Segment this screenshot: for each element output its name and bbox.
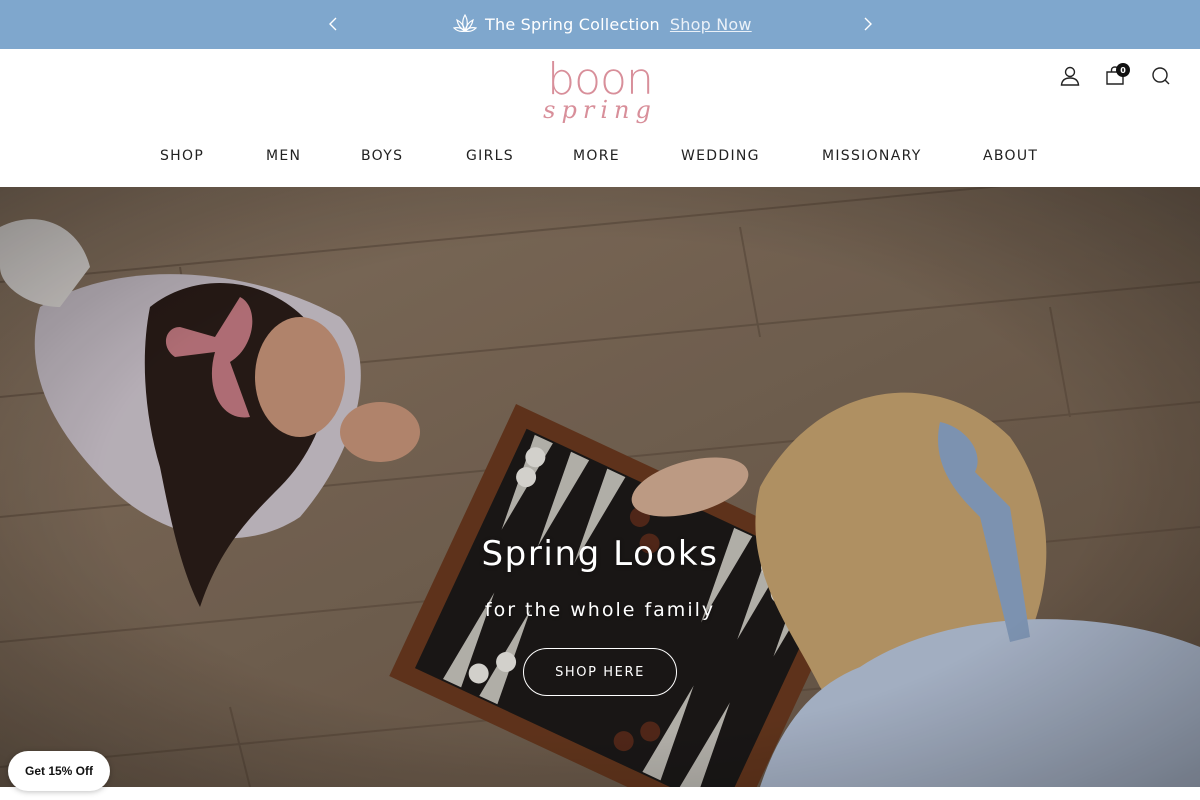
- discount-popup-button[interactable]: Get 15% Off: [8, 751, 110, 791]
- nav-item-shop[interactable]: SHOP: [160, 148, 204, 164]
- announcement-next-button[interactable]: [858, 14, 878, 34]
- announcement-bar: The Spring Collection Shop Now: [0, 0, 1200, 49]
- chevron-left-icon: [329, 17, 337, 31]
- nav-item-about[interactable]: ABOUT: [983, 148, 1038, 164]
- announcement-content: The Spring Collection Shop Now: [453, 12, 752, 36]
- hero-subtitle: for the whole family: [484, 599, 716, 621]
- cart-count-badge: 0: [1116, 63, 1130, 77]
- chevron-right-icon: [864, 17, 872, 31]
- page-bottom-edge: [0, 787, 1200, 800]
- shop-here-button[interactable]: SHOP HERE: [523, 648, 677, 696]
- nav-item-boys[interactable]: BOYS: [361, 148, 403, 164]
- nav-item-more[interactable]: MORE: [573, 148, 620, 164]
- nav-item-missionary[interactable]: MISSIONARY: [822, 148, 922, 164]
- hero-banner[interactable]: Spring Looks for the whole family SHOP H…: [0, 187, 1200, 787]
- lotus-icon: [453, 13, 477, 33]
- main-nav: SHOP MEN BOYS GIRLS MORE WEDDING MISSION…: [0, 148, 1200, 168]
- shop-now-link[interactable]: Shop Now: [670, 15, 752, 34]
- site-logo[interactable]: boon spring: [538, 57, 662, 137]
- hero-title: Spring Looks: [481, 534, 719, 574]
- nav-item-girls[interactable]: GIRLS: [466, 148, 514, 164]
- announcement-text: The Spring Collection: [485, 14, 660, 34]
- announcement-prev-button[interactable]: [323, 14, 343, 34]
- nav-item-men[interactable]: MEN: [266, 148, 301, 164]
- nav-item-wedding[interactable]: WEDDING: [681, 148, 760, 164]
- account-icon[interactable]: [1059, 65, 1081, 87]
- search-icon[interactable]: [1150, 65, 1172, 87]
- logo-line-2: spring: [543, 96, 657, 124]
- hero-image: [0, 187, 1200, 787]
- site-header: boon spring 0 SHOP MEN BOYS GIRLS MORE W…: [0, 49, 1200, 187]
